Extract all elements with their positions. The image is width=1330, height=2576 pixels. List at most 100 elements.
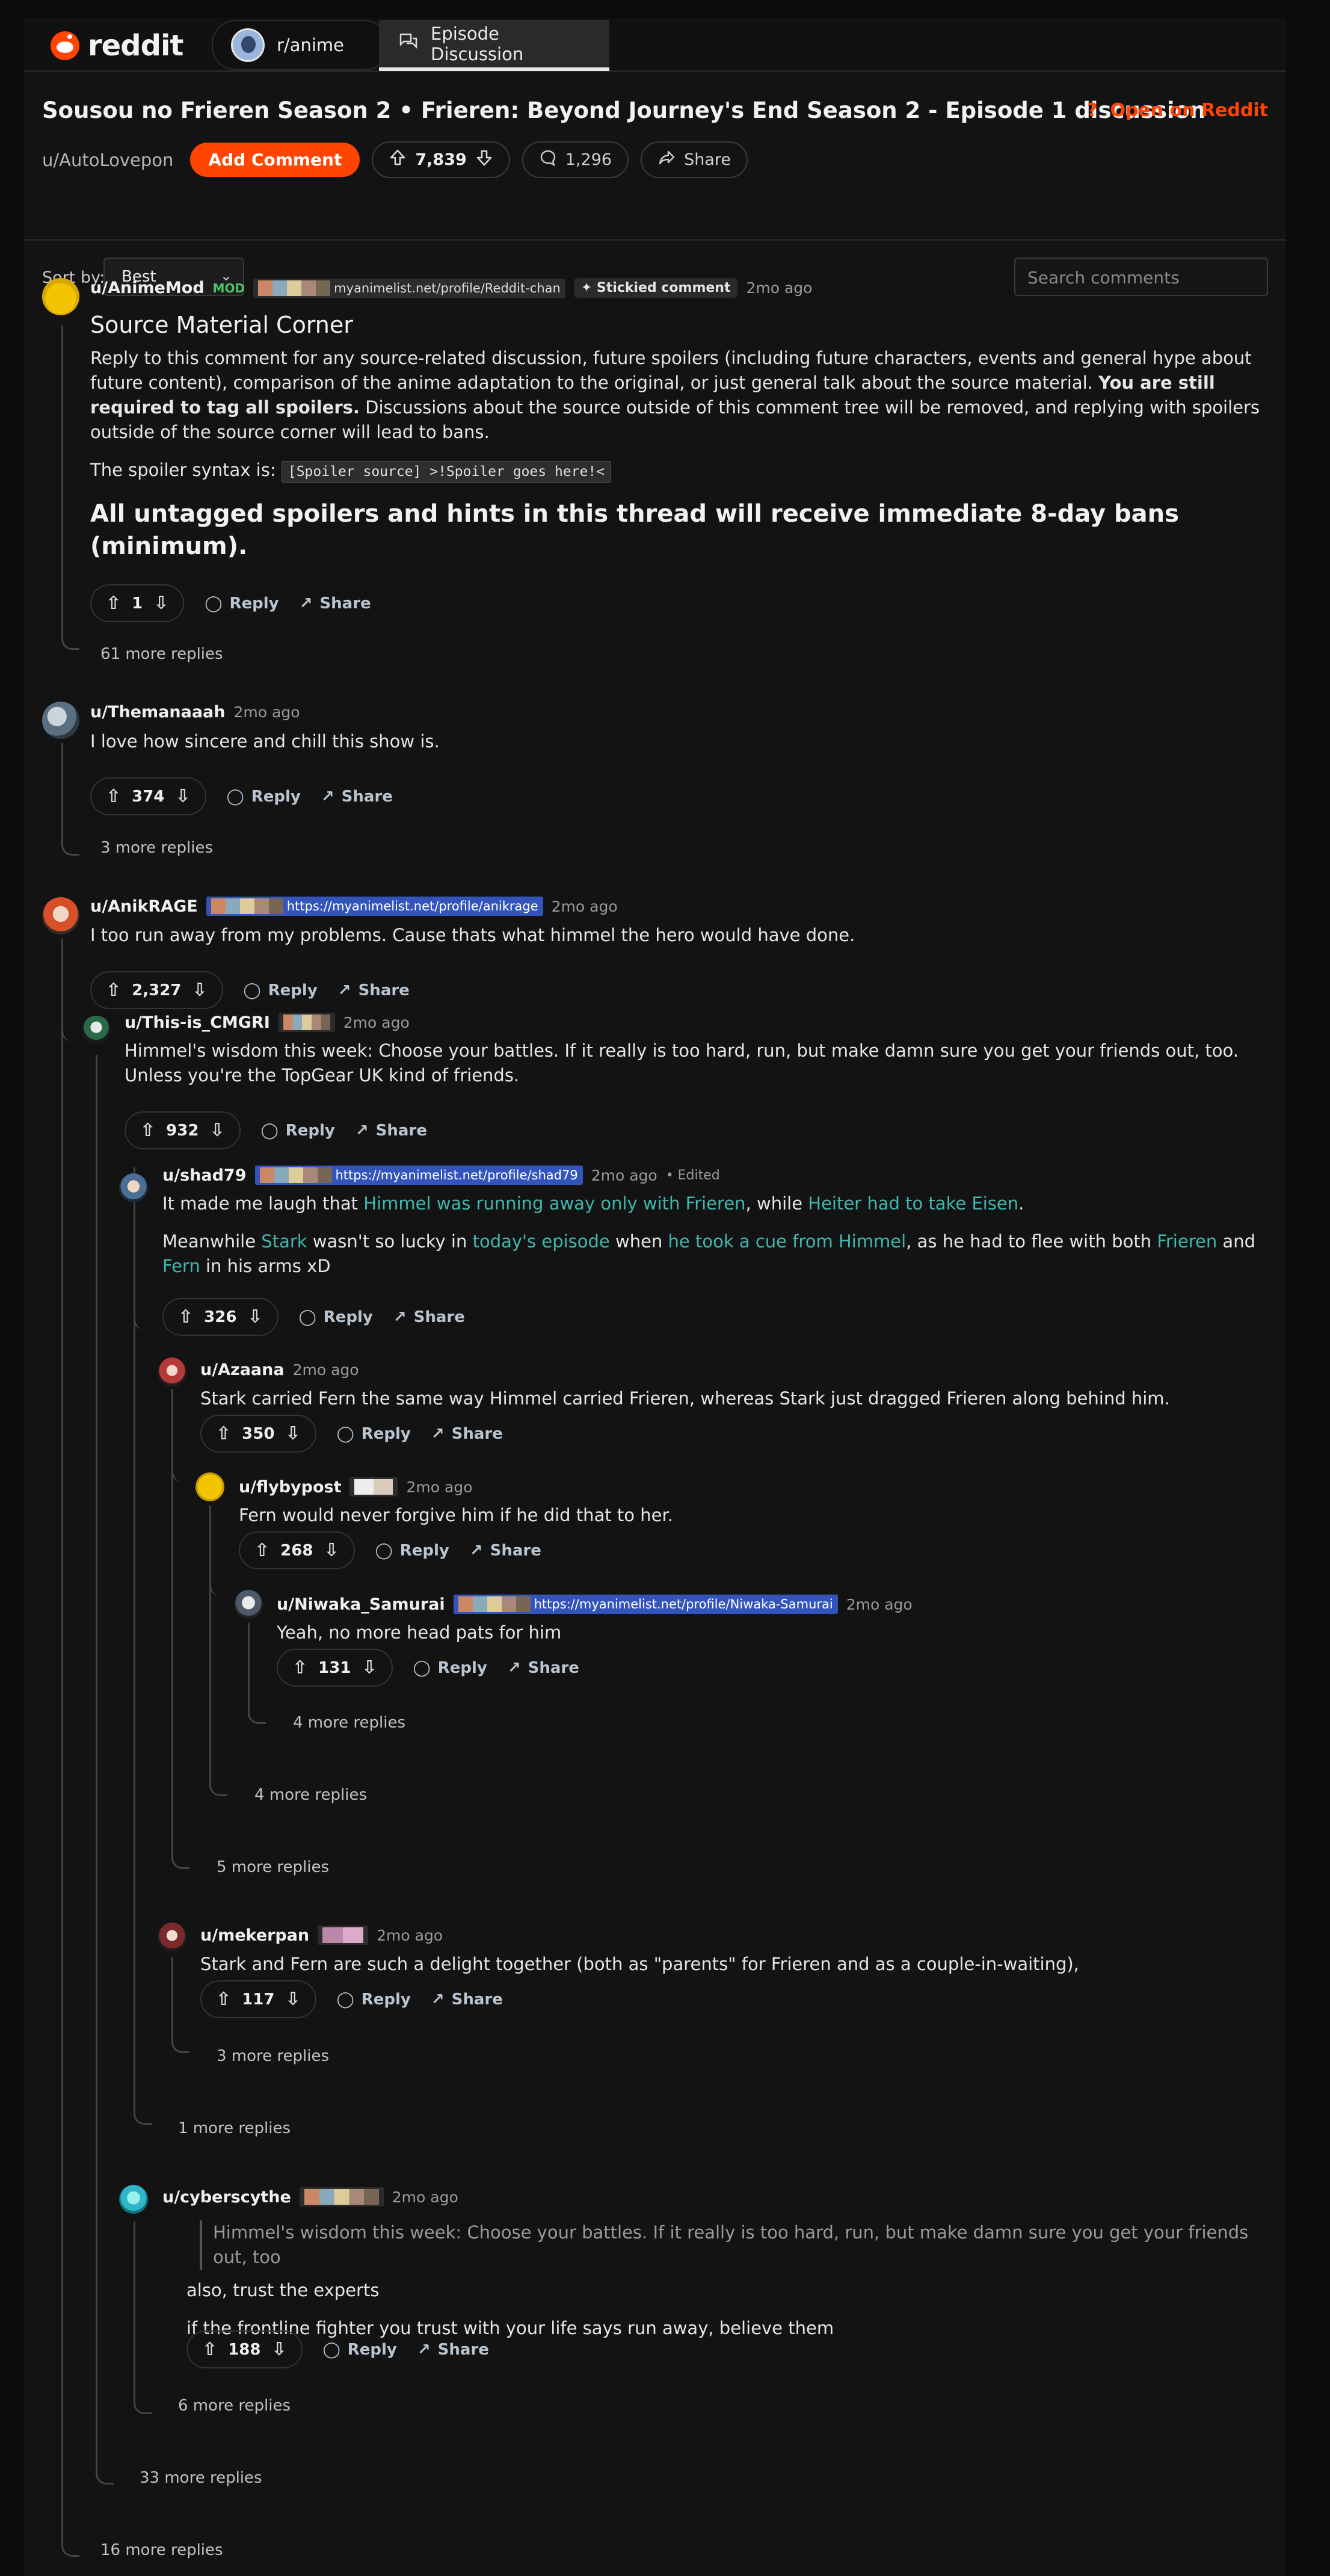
post-comments-pill[interactable]: 1,296 bbox=[522, 141, 629, 178]
more-replies-link[interactable]: 5 more replies bbox=[217, 1858, 329, 1876]
comment-actions: ⇧ 350 ⇩ ◯ Reply ↗ Share bbox=[200, 1415, 503, 1453]
more-replies-link[interactable]: 16 more replies bbox=[100, 2541, 223, 2559]
upvote-icon[interactable]: ⇧ bbox=[140, 1120, 155, 1141]
reply-button[interactable]: ◯ Reply bbox=[205, 595, 279, 613]
downvote-icon[interactable]: ⇩ bbox=[192, 980, 207, 1001]
avatar[interactable] bbox=[82, 1016, 111, 1045]
post-author[interactable]: u/AutoLovepon bbox=[42, 150, 173, 170]
comment-author[interactable]: u/mekerpan bbox=[200, 1926, 309, 1945]
comment-body: I too run away from my problems. Cause t… bbox=[90, 925, 855, 945]
upvote-icon[interactable]: ⇧ bbox=[292, 1657, 307, 1678]
comment-author[interactable]: u/Azaana bbox=[200, 1361, 285, 1379]
reply-button[interactable]: ◯ Reply bbox=[337, 1425, 411, 1443]
downvote-icon[interactable]: ⇩ bbox=[209, 1120, 224, 1141]
more-replies-link[interactable]: 6 more replies bbox=[178, 2397, 291, 2415]
user-flair: https://myanimelist.net/profile/anikrage bbox=[206, 897, 543, 916]
share-button[interactable]: ↗ Share bbox=[356, 1122, 427, 1140]
downvote-icon[interactable]: ⇩ bbox=[271, 2339, 286, 2360]
upvote-icon[interactable]: ⇧ bbox=[254, 1540, 269, 1561]
share-button[interactable]: ↗ Share bbox=[300, 595, 371, 613]
avatar[interactable] bbox=[195, 1472, 224, 1501]
upvote-icon[interactable]: ⇧ bbox=[106, 786, 121, 807]
spoiler-link[interactable]: today's episode bbox=[473, 1231, 610, 1252]
comment-author[interactable]: u/Niwaka_Samurai bbox=[277, 1595, 445, 1614]
user-flair: https://myanimelist.net/profile/Niwaka-S… bbox=[453, 1595, 838, 1614]
downvote-icon[interactable]: ⇩ bbox=[362, 1657, 377, 1678]
reply-button[interactable]: ◯ Reply bbox=[261, 1122, 335, 1140]
avatar[interactable] bbox=[158, 1923, 186, 1951]
avatar[interactable] bbox=[158, 1357, 186, 1386]
comment-author[interactable]: u/This-is_CMGRI bbox=[125, 1013, 270, 1032]
reddit-logo[interactable]: reddit bbox=[51, 29, 183, 63]
more-replies-link[interactable]: 4 more replies bbox=[254, 1786, 367, 1804]
reply-icon: ◯ bbox=[413, 1658, 431, 1677]
reply-button[interactable]: ◯ Reply bbox=[337, 1991, 411, 2009]
avatar[interactable] bbox=[42, 897, 79, 934]
comment-author[interactable]: u/Themanaaah bbox=[90, 703, 226, 721]
user-flair bbox=[318, 1926, 369, 1945]
reply-button[interactable]: ◯ Reply bbox=[299, 1308, 373, 1326]
avatar[interactable] bbox=[119, 2185, 148, 2214]
downvote-icon[interactable]: ⇩ bbox=[247, 1306, 262, 1327]
comment-author[interactable]: u/cyberscythe bbox=[162, 2188, 291, 2207]
spoiler-link[interactable]: Himmel was running away only with Friere… bbox=[363, 1193, 745, 1214]
upvote-icon[interactable]: ⇧ bbox=[202, 2339, 217, 2360]
downvote-icon[interactable]: ⇩ bbox=[324, 1540, 339, 1561]
comment-actions: ⇧ 374 ⇩ ◯ Reply ↗ Share bbox=[90, 777, 393, 815]
comment-author[interactable]: u/AnikRAGE bbox=[90, 897, 198, 916]
avatar[interactable] bbox=[42, 278, 79, 315]
more-replies-link[interactable]: 33 more replies bbox=[140, 2469, 262, 2487]
spoiler-link[interactable]: Fern bbox=[162, 1256, 200, 1276]
share-button[interactable]: ↗ Share bbox=[470, 1542, 541, 1560]
upvote-icon[interactable] bbox=[389, 149, 407, 171]
downvote-icon[interactable]: ⇩ bbox=[175, 786, 190, 807]
reply-button[interactable]: ◯ Reply bbox=[413, 1659, 487, 1677]
share-button[interactable]: ↗ Share bbox=[431, 1425, 503, 1443]
upvote-icon[interactable]: ⇧ bbox=[106, 593, 121, 614]
share-button[interactable]: ↗ Share bbox=[321, 788, 393, 806]
comment-header: u/flybypost 2mo ago bbox=[239, 1477, 472, 1496]
avatar[interactable] bbox=[234, 1590, 263, 1619]
more-replies-link[interactable]: 61 more replies bbox=[100, 645, 223, 663]
add-comment-button[interactable]: Add Comment bbox=[190, 143, 360, 177]
spoiler-link[interactable]: Frieren bbox=[1157, 1231, 1217, 1252]
reply-button[interactable]: ◯ Reply bbox=[227, 788, 301, 806]
downvote-icon[interactable]: ⇩ bbox=[285, 1423, 300, 1444]
more-replies-link[interactable]: 1 more replies bbox=[178, 2119, 291, 2137]
comment-author[interactable]: u/shad79 bbox=[162, 1166, 247, 1185]
spoiler-link[interactable]: he took a cue from Himmel bbox=[668, 1231, 907, 1252]
more-replies-link[interactable]: 3 more replies bbox=[217, 2047, 329, 2065]
comment-body: Stark carried Fern the same way Himmel c… bbox=[200, 1388, 1170, 1409]
more-replies-link[interactable]: 3 more replies bbox=[100, 839, 213, 857]
share-button[interactable]: ↗ Share bbox=[393, 1308, 465, 1326]
upvote-icon[interactable]: ⇧ bbox=[216, 1989, 231, 2010]
open-on-reddit-link[interactable]: ? Open on Reddit bbox=[1087, 100, 1268, 121]
comment-author[interactable]: u/flybypost bbox=[239, 1478, 341, 1496]
tab-subreddit[interactable]: r/anime bbox=[212, 20, 389, 70]
reply-button[interactable]: ◯ Reply bbox=[244, 981, 318, 999]
upvote-icon[interactable]: ⇧ bbox=[178, 1306, 193, 1327]
reply-button[interactable]: ◯ Reply bbox=[323, 2341, 397, 2359]
share-button[interactable]: ↗ Share bbox=[417, 2341, 489, 2359]
more-replies-link[interactable]: 4 more replies bbox=[293, 1714, 405, 1732]
comment-author[interactable]: u/AnimeMod bbox=[90, 279, 205, 297]
avatar[interactable] bbox=[42, 702, 79, 739]
post-share-button[interactable]: Share bbox=[641, 141, 748, 178]
search-comments-input[interactable]: Search comments bbox=[1014, 258, 1268, 296]
share-button[interactable]: ↗ Share bbox=[338, 981, 410, 999]
downvote-icon[interactable] bbox=[475, 149, 493, 171]
thread-line bbox=[171, 1389, 189, 1482]
tab-episode-discussion[interactable]: Episode Discussion bbox=[379, 20, 609, 71]
reply-button[interactable]: ◯ Reply bbox=[375, 1542, 449, 1560]
share-button[interactable]: ↗ Share bbox=[431, 1991, 503, 2009]
upvote-icon[interactable]: ⇧ bbox=[216, 1423, 231, 1444]
avatar[interactable] bbox=[119, 1173, 148, 1202]
spoiler-link[interactable]: Heiter had to take Eisen bbox=[808, 1193, 1018, 1214]
share-button[interactable]: ↗ Share bbox=[508, 1659, 579, 1677]
downvote-icon[interactable]: ⇩ bbox=[285, 1989, 300, 2010]
upvote-icon[interactable]: ⇧ bbox=[106, 980, 121, 1001]
post-title: Sousou no Frieren Season 2 • Frieren: Be… bbox=[42, 97, 1206, 123]
spoiler-link[interactable]: Stark bbox=[261, 1231, 307, 1252]
share-icon: ↗ bbox=[337, 981, 351, 999]
downvote-icon[interactable]: ⇩ bbox=[153, 593, 168, 614]
